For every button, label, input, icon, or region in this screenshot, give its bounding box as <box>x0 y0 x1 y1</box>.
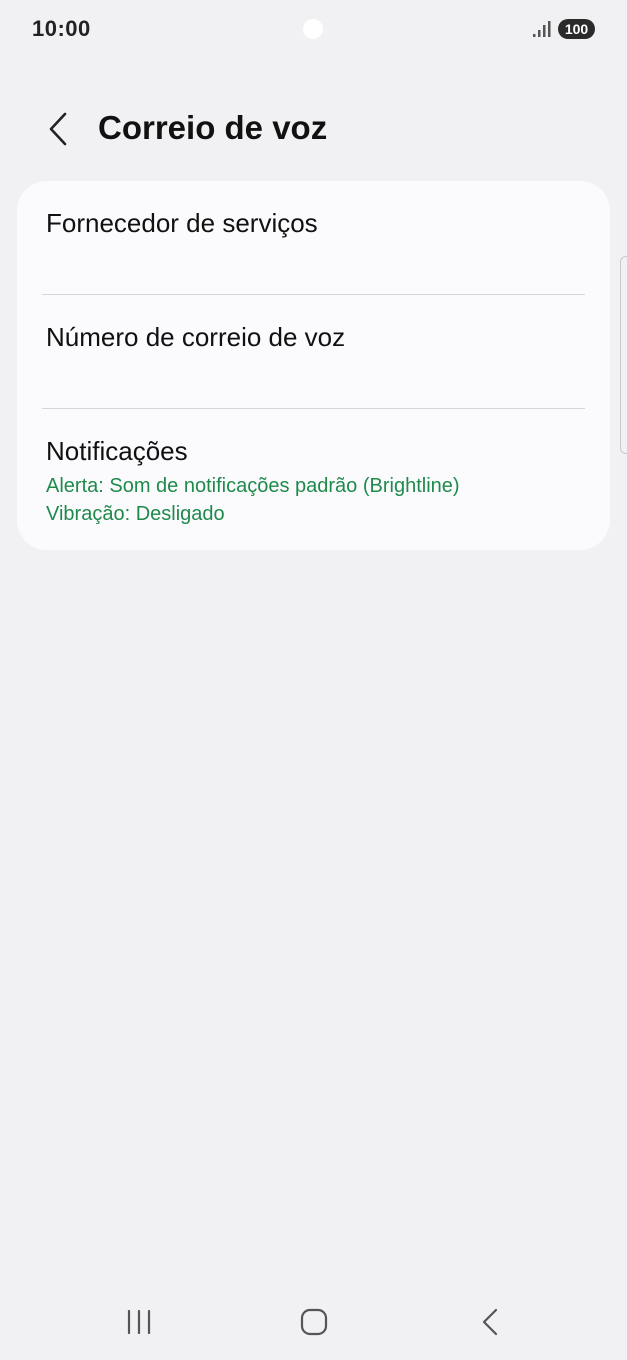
recents-icon <box>127 1309 151 1335</box>
recents-button[interactable] <box>109 1302 169 1342</box>
settings-item-title: Número de correio de voz <box>46 322 346 352</box>
settings-card: Fornecedor de serviços Número de correio… <box>17 181 610 550</box>
back-button[interactable] <box>36 109 80 149</box>
navigation-bar <box>0 1290 627 1360</box>
page-title: Correio de voz <box>98 109 328 146</box>
home-icon <box>300 1308 328 1336</box>
notification-vibration-summary: Vibração: Desligado <box>46 503 225 525</box>
app-header: Correio de voz <box>0 95 627 161</box>
home-button[interactable] <box>284 1302 344 1342</box>
chevron-left-icon <box>49 112 67 146</box>
nav-back-button[interactable] <box>460 1302 520 1342</box>
signal-icon <box>533 21 551 37</box>
camera-dot <box>303 19 323 39</box>
status-bar: 10:00 100 <box>0 0 627 58</box>
settings-item-service-provider[interactable]: Fornecedor de serviços <box>17 181 610 295</box>
battery-icon: 100 <box>558 19 595 39</box>
settings-item-notifications[interactable]: Notificações Alerta: Som de notificações… <box>17 409 610 550</box>
settings-item-title: Fornecedor de serviços <box>46 208 318 238</box>
status-time: 10:00 <box>32 16 91 41</box>
settings-item-title: Notificações <box>46 436 188 466</box>
battery-level: 100 <box>564 21 589 37</box>
settings-item-voicemail-number[interactable]: Número de correio de voz <box>17 295 610 409</box>
back-icon <box>482 1308 498 1336</box>
scroll-indicator <box>620 256 627 454</box>
notification-alert-summary: Alerta: Som de notificações padrão (Brig… <box>46 475 460 497</box>
